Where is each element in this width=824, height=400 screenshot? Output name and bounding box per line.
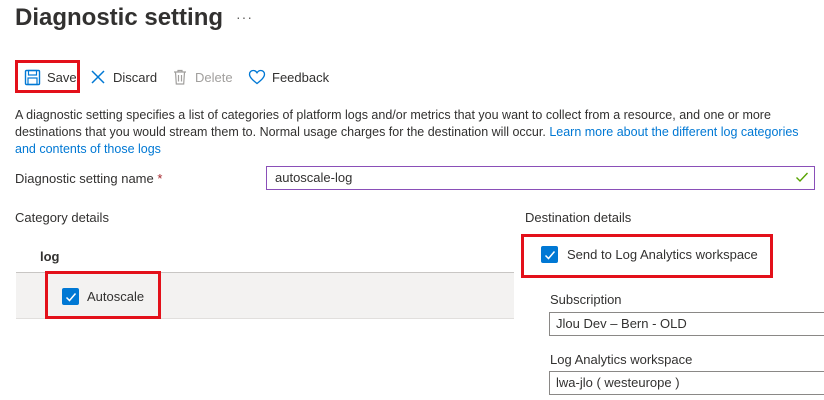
required-mark: * (157, 171, 163, 186)
discard-button[interactable]: Discard (89, 64, 157, 90)
checkmark-icon (544, 250, 555, 260)
page-title: Diagnostic setting (15, 4, 224, 31)
delete-button[interactable]: Delete (171, 64, 233, 90)
subscription-label: Subscription (550, 292, 622, 307)
setting-name-label-text: Diagnostic setting name (15, 171, 154, 186)
category-details-heading: Category details (15, 210, 109, 225)
description-text: A diagnostic setting specifies a list of… (15, 107, 815, 158)
autoscale-checkbox[interactable] (62, 288, 79, 305)
trash-icon (171, 68, 189, 86)
feedback-label: Feedback (272, 69, 330, 85)
destination-details-heading: Destination details (525, 210, 632, 225)
valid-checkmark-icon (796, 172, 809, 183)
workspace-select[interactable]: lwa-jlo ( westeurope ) (549, 371, 824, 395)
log-analytics-label: Send to Log Analytics workspace (567, 247, 758, 262)
workspace-label: Log Analytics workspace (550, 352, 693, 367)
checkmark-icon (65, 292, 76, 302)
delete-label: Delete (195, 69, 233, 85)
save-button[interactable]: Save (23, 64, 77, 90)
log-column-header: log (40, 249, 60, 264)
log-analytics-checkbox[interactable] (541, 246, 558, 263)
save-icon (23, 68, 41, 86)
setting-name-input[interactable]: autoscale-log (266, 166, 815, 190)
more-options-icon[interactable]: ··· (236, 9, 253, 25)
close-icon (89, 68, 107, 86)
feedback-button[interactable]: Feedback (248, 64, 329, 90)
save-label: Save (47, 69, 77, 85)
subscription-select[interactable]: Jlou Dev – Bern - OLD (549, 312, 824, 336)
setting-name-label: Diagnostic setting name * (15, 171, 162, 186)
autoscale-label: Autoscale (87, 289, 145, 304)
discard-label: Discard (113, 69, 158, 85)
heart-icon (248, 68, 266, 86)
